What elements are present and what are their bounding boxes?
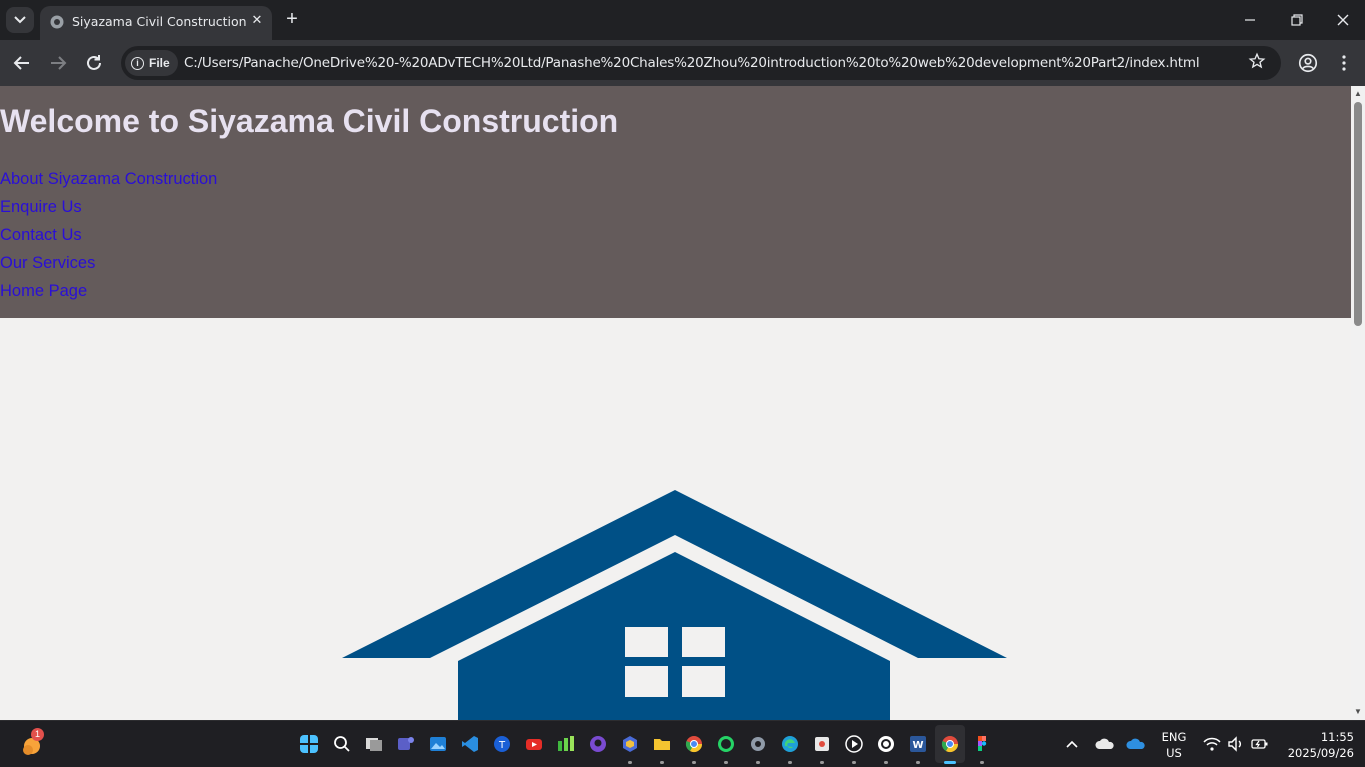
edge-icon[interactable]	[781, 735, 799, 753]
language-code: ENG	[1161, 730, 1187, 744]
main-nav: About Siyazama Construction Enquire Us C…	[0, 170, 217, 310]
page-viewport: Welcome to Siyazama Civil Construction A…	[0, 86, 1351, 720]
chrome-icon[interactable]	[685, 735, 703, 753]
language-indicator[interactable]: ENG US	[1156, 730, 1192, 762]
running-indicator	[820, 761, 824, 764]
scroll-down-icon[interactable]: ▼	[1354, 708, 1362, 716]
page-scrollbar[interactable]: ▲ ▼	[1351, 86, 1365, 720]
photos-icon[interactable]	[429, 735, 447, 753]
media-player-icon[interactable]	[845, 735, 863, 753]
globe-icon	[50, 15, 64, 29]
back-arrow-icon[interactable]	[10, 51, 34, 75]
onedrive-cloud-icon[interactable]	[1095, 736, 1115, 752]
running-indicator	[884, 761, 888, 764]
address-bar[interactable]: i File C:/Users/Panache/OneDrive%20-%20A…	[121, 46, 1281, 80]
house-logo-image	[0, 318, 1351, 720]
nav-link-contact[interactable]: Contact Us	[0, 226, 217, 254]
running-indicator	[628, 761, 632, 764]
running-indicator	[756, 761, 760, 764]
onedrive-business-icon[interactable]	[1126, 736, 1146, 752]
figma-icon[interactable]	[973, 735, 991, 753]
nav-link-services[interactable]: Our Services	[0, 254, 217, 282]
chip-label: File	[149, 56, 170, 70]
task-view-icon[interactable]	[365, 735, 383, 753]
running-indicator	[980, 761, 984, 764]
package-icon[interactable]	[621, 735, 639, 753]
whatsapp-icon[interactable]	[717, 735, 735, 753]
site-info-chip[interactable]: i File	[125, 50, 178, 76]
vscode-icon[interactable]	[461, 735, 479, 753]
nav-link-enquire[interactable]: Enquire Us	[0, 198, 217, 226]
search-icon[interactable]	[333, 735, 351, 753]
settings-gear-icon[interactable]	[749, 735, 767, 753]
weather-badge: 1	[31, 728, 44, 741]
nav-link-home[interactable]: Home Page	[0, 282, 217, 310]
running-indicator	[724, 761, 728, 764]
clock-time: 11:55	[1320, 730, 1354, 744]
restore-icon[interactable]	[1284, 8, 1308, 32]
tray-chevron-up-icon[interactable]	[1064, 737, 1080, 751]
url-text[interactable]: C:/Users/Panache/OneDrive%20-%20ADvTECH%…	[184, 55, 1200, 71]
word-icon[interactable]: W	[909, 735, 927, 753]
browser-toolbar: i File C:/Users/Panache/OneDrive%20-%20A…	[0, 40, 1365, 86]
running-indicator	[788, 761, 792, 764]
svg-text:W: W	[912, 740, 923, 751]
new-tab-button[interactable]: +	[282, 9, 302, 29]
tab-title: Siyazama Civil Construction	[72, 14, 247, 29]
active-app-indicator	[944, 761, 956, 764]
svg-text:T: T	[498, 740, 506, 751]
reload-icon[interactable]	[82, 51, 106, 75]
teams-icon[interactable]	[397, 735, 415, 753]
profile-icon[interactable]	[1297, 52, 1319, 74]
battery-charging-icon[interactable]	[1251, 736, 1269, 752]
windows-start-icon[interactable]	[300, 735, 318, 753]
windows-taskbar: 1 T W ENG US 11:55 2025/09/26	[0, 720, 1365, 767]
page-title: Welcome to Siyazama Civil Construction	[0, 103, 619, 139]
scrollbar-thumb[interactable]	[1354, 102, 1362, 326]
spreadsheet-icon[interactable]	[557, 735, 575, 753]
tab-active[interactable]: Siyazama Civil Construction ✕	[40, 6, 272, 40]
wifi-icon[interactable]	[1203, 736, 1221, 752]
keyboard-region: US	[1166, 746, 1182, 760]
tab-search-button[interactable]	[6, 7, 34, 33]
running-indicator	[916, 761, 920, 764]
running-indicator	[852, 761, 856, 764]
file-explorer-icon[interactable]	[653, 735, 671, 753]
github-icon[interactable]	[589, 735, 607, 753]
clock-date: 2025/09/26	[1287, 746, 1354, 760]
page-header: Welcome to Siyazama Civil Construction A…	[0, 86, 1351, 318]
close-window-icon[interactable]	[1331, 8, 1355, 32]
star-icon[interactable]	[1248, 52, 1266, 70]
volume-icon[interactable]	[1227, 736, 1245, 752]
youtube-icon[interactable]	[525, 735, 543, 753]
clock[interactable]: 11:55 2025/09/26	[1278, 730, 1354, 762]
trello-icon[interactable]: T	[493, 735, 511, 753]
weather-widget[interactable]: 1	[20, 728, 44, 757]
info-icon: i	[131, 56, 144, 70]
tab-strip: Siyazama Civil Construction ✕ +	[0, 0, 1365, 40]
chatgpt-icon[interactable]	[877, 735, 895, 753]
kebab-menu-icon[interactable]	[1336, 53, 1352, 73]
chevron-down-icon	[14, 16, 26, 24]
forward-arrow-icon[interactable]	[46, 51, 70, 75]
snipping-tool-icon[interactable]	[813, 735, 831, 753]
nav-link-about[interactable]: About Siyazama Construction	[0, 170, 217, 198]
close-tab-icon[interactable]: ✕	[248, 11, 266, 29]
running-indicator	[660, 761, 664, 764]
chrome-active-icon[interactable]	[941, 735, 959, 753]
scroll-up-icon[interactable]: ▲	[1354, 90, 1362, 98]
minimize-icon[interactable]	[1238, 8, 1262, 32]
running-indicator	[692, 761, 696, 764]
